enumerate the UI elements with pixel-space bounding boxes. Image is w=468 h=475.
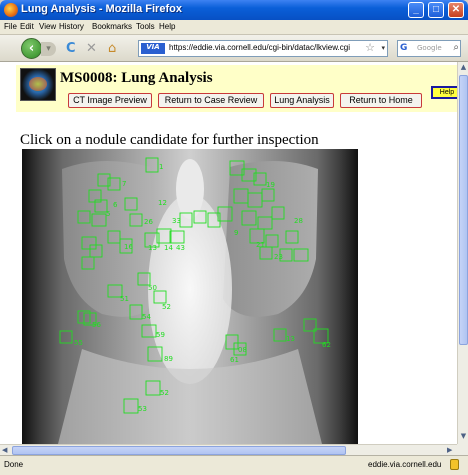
svg-text:33: 33 <box>172 217 181 225</box>
svg-text:5: 5 <box>106 210 110 218</box>
site-identity-badge[interactable]: VIA <box>141 43 165 54</box>
svg-text:13: 13 <box>148 244 157 252</box>
scroll-right-icon[interactable]: ▶ <box>447 446 452 454</box>
svg-text:52: 52 <box>162 303 171 311</box>
back-button[interactable]: ‹ <box>21 38 42 59</box>
svg-text:59: 59 <box>156 331 165 339</box>
nav-toolbar: ‹ ▾ C ✕ ⌂ VIA https://eddie.via.cornell.… <box>0 35 468 62</box>
svg-text:12: 12 <box>158 199 167 207</box>
svg-text:6: 6 <box>113 201 118 209</box>
minimize-button[interactable]: _ <box>408 2 424 18</box>
page-content: MS0008: Lung Analysis CT Image Preview R… <box>0 62 457 444</box>
help-button[interactable]: Help <box>431 86 457 99</box>
menu-tools[interactable]: Tools <box>136 22 155 31</box>
lung-analysis-button[interactable]: Lung Analysis <box>270 93 334 108</box>
menu-file[interactable]: File <box>4 22 17 31</box>
svg-text:26: 26 <box>144 218 153 226</box>
scrollbar-corner <box>457 444 468 455</box>
scroll-up-icon[interactable]: ▲ <box>459 63 468 71</box>
svg-text:54: 54 <box>142 313 151 321</box>
search-box[interactable]: G Google ⌕ <box>397 40 461 57</box>
title-bar: Lung Analysis - Mozilla Firefox _ □ ✕ <box>0 0 468 20</box>
svg-text:16: 16 <box>124 243 133 251</box>
svg-text:52: 52 <box>160 389 169 397</box>
horizontal-scroll-thumb[interactable] <box>12 446 346 455</box>
svg-text:9: 9 <box>234 229 238 237</box>
status-domain: eddie.via.cornell.edu <box>368 460 442 469</box>
menu-help[interactable]: Help <box>159 22 175 31</box>
status-bar: Done eddie.via.cornell.edu <box>0 455 468 475</box>
svg-text:43: 43 <box>176 244 185 252</box>
url-bar[interactable]: VIA https://eddie.via.cornell.edu/cgi-bi… <box>138 40 388 57</box>
horizontal-scrollbar[interactable]: ◀ ▶ <box>0 444 457 455</box>
menu-bookmarks[interactable]: Bookmarks <box>92 22 132 31</box>
return-to-case-review-button[interactable]: Return to Case Review <box>158 93 264 108</box>
svg-text:23: 23 <box>274 253 283 261</box>
svg-text:08: 08 <box>238 346 247 354</box>
status-text: Done <box>4 460 24 469</box>
svg-text:51: 51 <box>120 295 129 303</box>
svg-text:13: 13 <box>286 335 295 343</box>
menu-bar: File Edit View History Bookmarks Tools H… <box>0 20 468 35</box>
search-engine-icon[interactable]: G <box>400 43 407 53</box>
vertical-scrollbar[interactable]: ▲ ▼ <box>457 62 468 444</box>
ct-image-preview-button[interactable]: CT Image Preview <box>68 93 152 108</box>
menu-edit[interactable]: Edit <box>20 22 34 31</box>
page-title: MS0008: Lung Analysis <box>60 70 213 86</box>
ct-scan-image[interactable]: 1 7 6 5 26 12 16 13 14 43 33 9 21 23 28 … <box>22 149 358 444</box>
close-button[interactable]: ✕ <box>448 2 464 18</box>
home-icon[interactable]: ⌂ <box>108 42 116 55</box>
svg-text:7: 7 <box>122 180 126 188</box>
lung-logo <box>20 68 56 101</box>
svg-text:21: 21 <box>256 241 265 249</box>
search-input[interactable]: Google <box>417 44 442 52</box>
vertical-scroll-thumb[interactable] <box>459 75 468 345</box>
svg-text:62: 62 <box>322 341 331 349</box>
scroll-left-icon[interactable]: ◀ <box>2 446 7 454</box>
chevron-down-icon[interactable]: ▾ <box>381 44 385 52</box>
svg-text:19: 19 <box>266 181 275 189</box>
svg-text:50: 50 <box>148 284 157 292</box>
svg-text:53: 53 <box>138 405 147 413</box>
reload-icon[interactable]: C <box>66 42 76 55</box>
svg-text:1: 1 <box>159 163 163 171</box>
svg-text:14: 14 <box>164 244 173 252</box>
return-to-home-button[interactable]: Return to Home <box>340 93 422 108</box>
page-header: MS0008: Lung Analysis CT Image Preview R… <box>16 65 457 112</box>
svg-text:61: 61 <box>230 356 239 364</box>
menu-view[interactable]: View <box>39 22 56 31</box>
maximize-button[interactable]: □ <box>428 2 444 18</box>
window-title: Lung Analysis - Mozilla Firefox <box>21 3 182 15</box>
svg-text:28: 28 <box>294 217 303 225</box>
instruction-text: Click on a nodule candidate for further … <box>20 132 319 148</box>
svg-text:56: 56 <box>92 321 101 329</box>
stop-icon[interactable]: ✕ <box>86 42 97 55</box>
lock-icon[interactable] <box>450 459 459 470</box>
forward-button[interactable]: ▾ <box>41 42 56 56</box>
scroll-down-icon[interactable]: ▼ <box>459 432 468 440</box>
bookmark-star-icon[interactable]: ☆ <box>365 41 375 54</box>
url-text[interactable]: https://eddie.via.cornell.edu/cgi-bin/da… <box>169 43 350 52</box>
menu-history[interactable]: History <box>59 22 84 31</box>
svg-text:55: 55 <box>74 339 83 347</box>
svg-text:89: 89 <box>164 355 173 363</box>
firefox-icon <box>4 3 18 17</box>
search-icon[interactable]: ⌕ <box>453 42 459 53</box>
